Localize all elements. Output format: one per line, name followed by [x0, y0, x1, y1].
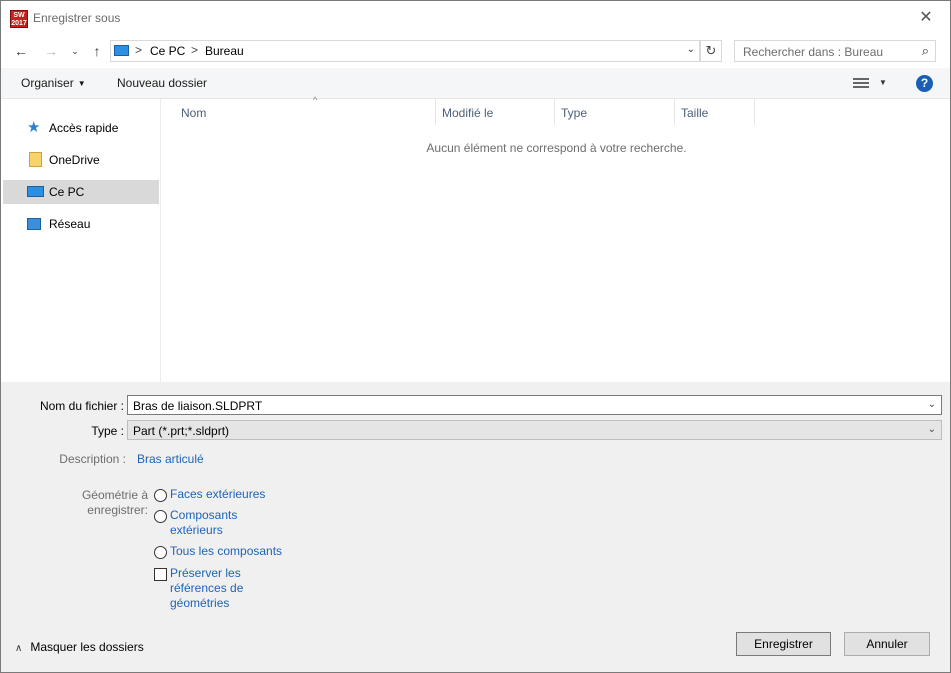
- breadcrumb-separator-icon[interactable]: >: [191, 43, 198, 57]
- column-header-modified[interactable]: Modifié le: [436, 99, 555, 125]
- up-arrow-icon[interactable]: ↑: [87, 41, 107, 61]
- radio-exterior-components[interactable]: [154, 510, 167, 523]
- save-button[interactable]: Enregistrer: [736, 632, 831, 656]
- cancel-button[interactable]: Annuler: [844, 632, 930, 656]
- option-preserve-label-3[interactable]: géométries: [170, 596, 229, 611]
- chevron-down-icon: ⌄: [927, 424, 936, 435]
- title-bar: SW 2017 Enregistrer sous ✕: [1, 1, 950, 36]
- option-preserve-label-1[interactable]: Préserver les: [170, 566, 241, 581]
- caret-down-icon: ▼: [77, 79, 86, 88]
- breadcrumb-bureau[interactable]: Bureau: [205, 44, 244, 58]
- filename-field[interactable]: Bras de liaison.SLDPRT ⌄: [127, 395, 942, 415]
- description-link[interactable]: Bras articulé: [137, 452, 204, 466]
- option-exterior-components-label-2[interactable]: extérieurs: [170, 523, 223, 538]
- option-exterior-faces-label[interactable]: Faces extérieures: [170, 487, 265, 502]
- option-exterior-components-label-1[interactable]: Composants: [170, 508, 237, 523]
- network-icon: [27, 218, 41, 230]
- filename-input[interactable]: Bras de liaison.SLDPRT: [133, 399, 262, 413]
- filename-label: Nom du fichier :: [39, 399, 124, 413]
- geometry-label-line2: enregistrer:: [87, 503, 148, 517]
- description-label: Description :: [59, 452, 126, 466]
- nav-item-network[interactable]: Réseau: [3, 212, 159, 236]
- checkbox-preserve-geometry-references[interactable]: [154, 568, 167, 581]
- type-label: Type :: [91, 424, 124, 438]
- radio-all-components[interactable]: [154, 546, 167, 559]
- chevron-up-icon: ∧: [15, 643, 23, 654]
- radio-exterior-faces[interactable]: [154, 489, 167, 502]
- star-icon: ★: [27, 119, 41, 136]
- nav-item-this-pc[interactable]: Ce PC: [3, 180, 159, 204]
- address-bar[interactable]: > Ce PC > Bureau ⌄: [110, 40, 700, 62]
- chevron-down-icon[interactable]: ⌄: [687, 44, 695, 55]
- caret-down-icon[interactable]: ▼: [879, 78, 887, 87]
- option-all-components-label[interactable]: Tous les composants: [170, 544, 282, 559]
- view-options-icon[interactable]: [853, 76, 869, 90]
- hide-folders-toggle[interactable]: ∧ Masquer les dossiers: [15, 640, 144, 654]
- geometry-label-line1: Géométrie à: [81, 488, 148, 502]
- column-header-name[interactable]: Nom ^: [175, 95, 436, 125]
- computer-icon: [114, 45, 129, 56]
- option-preserve-label-2[interactable]: références de: [170, 581, 243, 596]
- solidworks-app-icon: SW 2017: [10, 10, 28, 28]
- command-toolbar: Organiser ▼ Nouveau dossier ▼ ?: [1, 68, 950, 99]
- folder-icon: [29, 152, 42, 167]
- close-icon[interactable]: ✕: [908, 5, 944, 31]
- refresh-icon[interactable]: ↻: [700, 40, 722, 62]
- window-title: Enregistrer sous: [33, 11, 121, 25]
- sort-caret-up-icon: ^: [313, 95, 318, 105]
- organize-button[interactable]: Organiser ▼: [21, 76, 86, 90]
- search-input[interactable]: Rechercher dans : Bureau: [743, 45, 883, 59]
- computer-icon: [27, 186, 44, 197]
- empty-message: Aucun élément ne correspond à votre rech…: [426, 141, 687, 155]
- save-options-panel: Nom du fichier : Bras de liaison.SLDPRT …: [1, 382, 950, 672]
- column-header-size[interactable]: Taille: [675, 99, 755, 125]
- forward-arrow-icon[interactable]: →: [41, 41, 61, 61]
- chevron-down-icon[interactable]: ⌄: [928, 399, 936, 410]
- new-folder-button[interactable]: Nouveau dossier: [117, 76, 207, 90]
- back-arrow-icon[interactable]: ←: [11, 41, 31, 61]
- save-as-dialog: SW 2017 Enregistrer sous ✕ ← → ⌄ ↑ > Ce P…: [0, 0, 951, 673]
- file-list[interactable]: Nom ^ Modifié le Type Taille Aucun éléme…: [163, 95, 950, 382]
- nav-item-onedrive[interactable]: OneDrive: [3, 148, 159, 172]
- navigation-pane: ★ Accès rapide OneDrive Ce PC Réseau: [1, 99, 161, 382]
- file-type-select[interactable]: Part (*.prt;*.sldprt) ⌄: [127, 420, 942, 440]
- help-icon[interactable]: ?: [916, 75, 933, 92]
- search-box[interactable]: Rechercher dans : Bureau ⌕: [734, 40, 936, 62]
- recent-locations-chevron-icon[interactable]: ⌄: [65, 41, 85, 61]
- breadcrumb-separator-icon[interactable]: >: [135, 43, 142, 57]
- breadcrumb-ce-pc[interactable]: Ce PC: [150, 44, 185, 58]
- address-row: ← → ⌄ ↑ > Ce PC > Bureau ⌄ ↻ Rechercher …: [1, 36, 950, 68]
- column-header-type[interactable]: Type: [555, 99, 675, 125]
- nav-item-quick-access[interactable]: ★ Accès rapide: [3, 116, 159, 140]
- search-icon[interactable]: ⌕: [922, 43, 929, 59]
